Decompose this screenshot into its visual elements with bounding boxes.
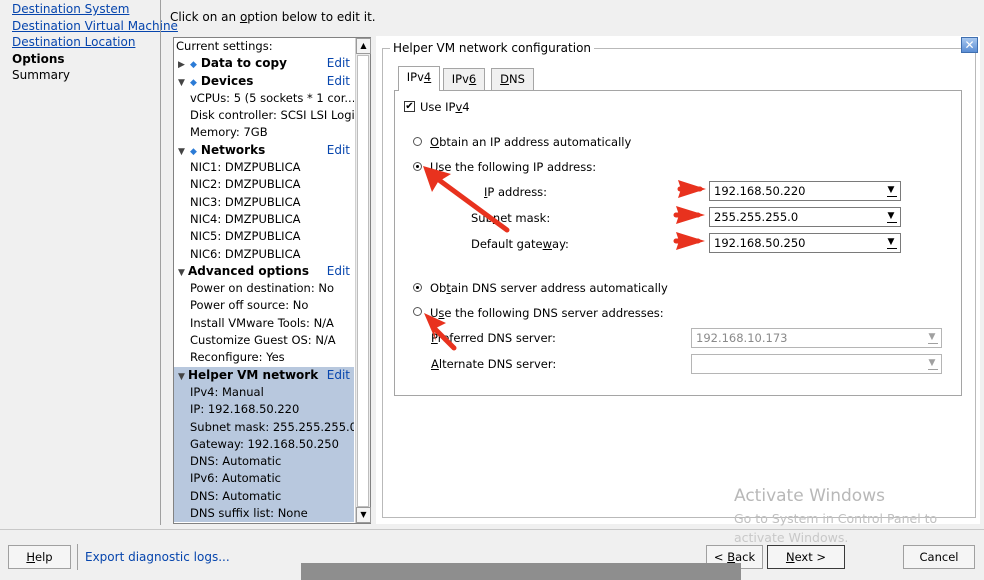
cancel-button[interactable]: Cancel xyxy=(903,545,975,569)
arrow-to-ip-field xyxy=(677,180,706,198)
arrow-to-use-dns-radio xyxy=(424,313,457,351)
export-diagnostic-logs-link[interactable]: Export diagnostic logs... xyxy=(85,550,230,564)
tab-ipv4[interactable]: IPv4 xyxy=(398,66,440,91)
next-button[interactable]: Next > xyxy=(767,545,845,569)
arrow-to-use-ip-radio xyxy=(423,166,510,233)
activate-windows-line2: activate Windows. xyxy=(734,530,849,545)
help-button[interactable]: Help xyxy=(8,545,71,569)
arrow-to-gateway-field xyxy=(673,232,705,250)
footer-divider xyxy=(0,529,984,530)
footer-separator xyxy=(77,544,78,570)
arrow-to-mask-field xyxy=(673,206,705,224)
video-overlay-bar xyxy=(301,563,741,580)
activate-windows-title: Activate Windows xyxy=(734,486,885,506)
activate-windows-line1: Go to System in Control Panel to xyxy=(734,511,938,526)
